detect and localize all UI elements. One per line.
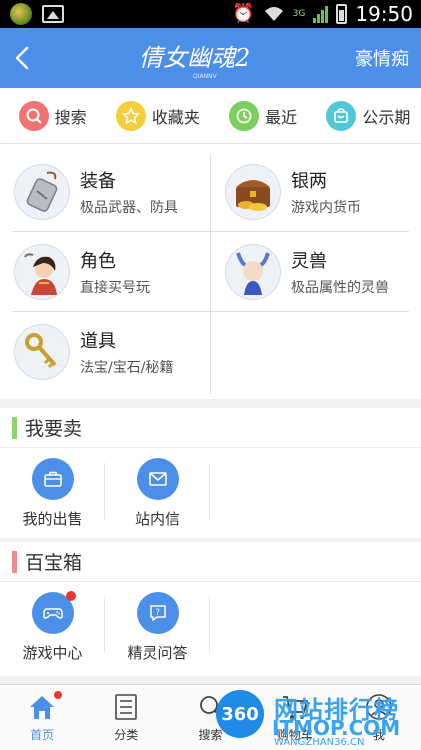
key-icon <box>14 324 70 380</box>
chevron-left-icon <box>15 46 29 70</box>
gamepad-icon <box>31 590 76 634</box>
quick-nav-favorites[interactable]: 收藏夹 <box>105 100 210 131</box>
category-subtitle: 极品武器、防具 <box>80 200 178 216</box>
amulet-icon <box>14 164 70 220</box>
notification-badge <box>54 691 62 699</box>
tab-home[interactable]: 首页 <box>0 685 84 750</box>
category-subtitle: 游戏内货币 <box>291 200 361 216</box>
category-title: 灵兽 <box>291 251 327 272</box>
category-subtitle: 直接买号玩 <box>80 280 150 296</box>
game-logo: 倩女幽魂2 QIANNV <box>135 32 285 82</box>
my-sales-button[interactable]: 我的出售 <box>0 453 105 533</box>
quick-nav-label: 搜索 <box>54 107 87 127</box>
tab-label: 搜索 <box>198 728 223 742</box>
tab-me[interactable]: 我 <box>337 685 421 750</box>
category-character[interactable]: 角色 直接买号玩 <box>0 232 210 312</box>
notification-badge <box>65 590 76 601</box>
item-label: 精灵问答 <box>127 643 188 662</box>
bag-icon <box>326 100 357 131</box>
envelope-icon <box>136 457 179 500</box>
pet-portrait-icon <box>225 244 281 300</box>
back-button[interactable] <box>0 28 44 88</box>
user-icon <box>366 694 392 720</box>
category-silver[interactable]: 银两 游戏内货币 <box>211 152 421 232</box>
signal-icon <box>313 5 329 23</box>
briefcase-icon <box>31 457 74 500</box>
notification-app-icon <box>10 3 32 25</box>
game-center-button[interactable]: 游戏中心 <box>0 587 105 667</box>
cart-icon <box>282 696 308 719</box>
category-items[interactable]: 道具 法宝/宝石/秘籍 <box>0 312 210 392</box>
user-name[interactable]: 豪情痴 <box>355 28 409 88</box>
star-icon <box>115 100 146 131</box>
status-time: 19:50 <box>355 2 413 26</box>
quick-nav-label: 最近 <box>265 107 298 127</box>
quick-nav-publicity[interactable]: 公示期 <box>316 100 421 131</box>
clock-icon <box>229 100 260 131</box>
network-type: 3G <box>292 9 306 19</box>
quick-nav-label: 公示期 <box>362 107 411 127</box>
tab-search[interactable]: 搜索 <box>168 685 252 750</box>
character-portrait-icon <box>14 244 70 300</box>
alarm-icon: ⏰ <box>232 3 255 24</box>
home-icon <box>30 696 55 719</box>
section-marker <box>12 550 17 573</box>
category-grid: 装备 极品武器、防具 银两 游戏内货币 角色 直接买号玩 灵兽 极品属性的灵兽 <box>0 144 421 399</box>
section-title: 我要卖 <box>25 418 83 440</box>
question-bubble-icon: ? <box>136 591 179 634</box>
logo-text: 倩女幽魂2 <box>139 44 250 72</box>
treasure-section: 百宝箱 游戏中心 ? 精灵问答 <box>0 542 421 676</box>
quick-nav-label: 收藏夹 <box>151 107 200 127</box>
quick-nav: 搜索 收藏夹 最近 公示期 <box>0 88 421 144</box>
sell-section: 我要卖 我的出售 站内信 <box>0 408 421 538</box>
category-equipment[interactable]: 装备 极品武器、防具 <box>0 152 210 232</box>
faq-button[interactable]: ? 精灵问答 <box>105 587 210 667</box>
item-label: 我的出售 <box>22 509 83 528</box>
gallery-notification-icon <box>42 5 64 23</box>
section-marker <box>12 416 17 439</box>
battery-icon <box>336 4 348 24</box>
bottom-tab-bar: 首页 分类 搜索 购物车 我 <box>0 684 421 750</box>
logo-subtext: QIANNV <box>193 73 218 80</box>
category-title: 装备 <box>80 171 116 192</box>
top-bar: 倩女幽魂2 QIANNV 豪情痴 <box>0 28 421 88</box>
tab-label: 首页 <box>30 728 55 742</box>
svg-text:?: ? <box>155 608 160 618</box>
item-label: 站内信 <box>134 509 180 528</box>
status-bar: ⏰ 3G 19:50 <box>0 0 421 28</box>
category-title: 角色 <box>80 251 116 272</box>
category-title: 道具 <box>80 331 116 352</box>
inbox-button[interactable]: 站内信 <box>105 453 210 533</box>
item-label: 游戏中心 <box>22 643 83 662</box>
category-subtitle: 法宝/宝石/秘籍 <box>80 360 174 376</box>
category-title: 银两 <box>291 171 327 192</box>
tab-label: 购物车 <box>276 728 313 742</box>
tab-label: 分类 <box>114 728 139 742</box>
tab-cart[interactable]: 购物车 <box>253 685 337 750</box>
tab-label: 我 <box>372 728 385 742</box>
quick-nav-search[interactable]: 搜索 <box>0 100 105 131</box>
quick-nav-recent[interactable]: 最近 <box>211 100 316 131</box>
section-title: 百宝箱 <box>25 552 83 574</box>
list-icon <box>115 694 138 720</box>
treasure-chest-icon <box>225 164 281 220</box>
category-pet[interactable]: 灵兽 极品属性的灵兽 <box>211 232 421 312</box>
category-subtitle: 极品属性的灵兽 <box>291 280 389 296</box>
search-icon <box>18 100 49 131</box>
wifi-icon <box>264 7 283 21</box>
search-icon <box>199 696 223 719</box>
tab-category[interactable]: 分类 <box>84 685 168 750</box>
